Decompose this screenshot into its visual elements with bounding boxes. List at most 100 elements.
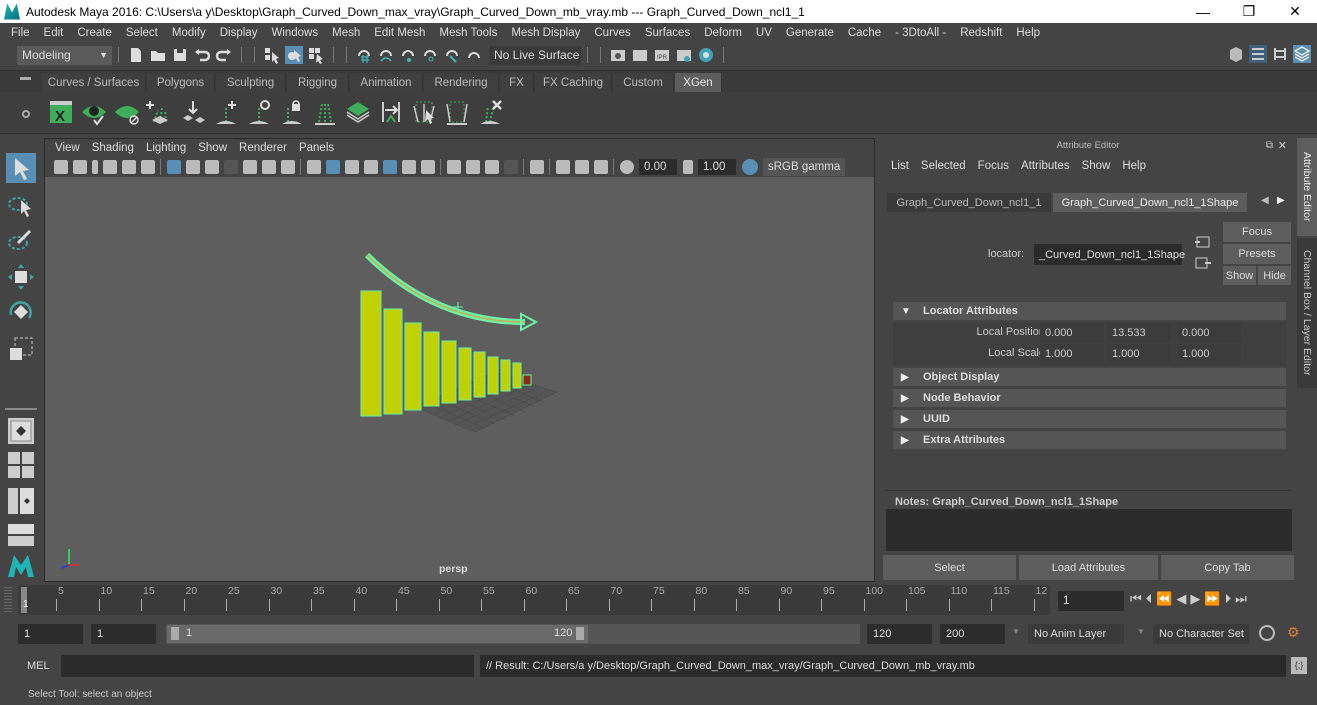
shelf-tab-rendering[interactable]: Rendering — [424, 73, 499, 93]
ae-tab-shape[interactable]: Graph_Curved_Down_ncl1_1Shape — [1053, 193, 1247, 212]
anim-layer-dropdown[interactable]: No Anim Layer — [1028, 624, 1124, 644]
field-chart-icon[interactable] — [242, 159, 257, 174]
snap-to-surface-icon[interactable] — [465, 46, 483, 64]
play-forwards-icon[interactable]: ▶ — [1190, 591, 1200, 607]
patch-icon[interactable] — [344, 98, 372, 126]
minimize-button[interactable]: — — [1180, 0, 1226, 23]
rotate-tool-icon[interactable] — [6, 297, 36, 327]
viewport-canvas[interactable]: persp — [45, 177, 874, 581]
section-node-behavior[interactable]: ▶ Node Behavior — [893, 389, 1286, 407]
xray-active-icon[interactable] — [574, 159, 589, 174]
outliner-persp-layout-icon[interactable] — [6, 486, 36, 516]
menu-create[interactable]: Create — [70, 27, 119, 39]
menu-uv[interactable]: UV — [749, 27, 779, 39]
vp-menu-view[interactable]: View — [49, 142, 86, 154]
menu-cache[interactable]: Cache — [841, 27, 888, 39]
shelf-tab-custom[interactable]: Custom — [613, 73, 674, 93]
exposure-field[interactable]: 0.00 — [639, 158, 677, 175]
hide-button[interactable]: Hide — [1258, 266, 1291, 285]
groom-icon[interactable] — [443, 98, 471, 126]
sculpt-guides-icon[interactable] — [311, 98, 339, 126]
modeling-toolkit-icon[interactable] — [1227, 45, 1245, 63]
time-slider[interactable]: 1 5 10 15 20 25 30 35 40 45 50 55 60 65 70 75 80 85 90 95 1… — [18, 585, 1050, 615]
menu-surfaces[interactable]: Surfaces — [638, 27, 697, 39]
section-object-display[interactable]: ▶ Object Display — [893, 368, 1286, 386]
redo-icon[interactable] — [215, 46, 233, 64]
local-scale-x[interactable]: 1.000 — [1040, 344, 1104, 363]
render-view-icon[interactable] — [609, 46, 627, 64]
textured-icon[interactable] — [382, 159, 397, 174]
menu-generate[interactable]: Generate — [779, 27, 841, 39]
place-guide-icon[interactable] — [179, 98, 207, 126]
local-position-x[interactable]: 0.000 — [1040, 323, 1104, 342]
render-current-frame-icon[interactable] — [631, 46, 649, 64]
ae-menu-focus[interactable]: Focus — [972, 160, 1015, 172]
current-frame-field[interactable]: 1 — [1058, 591, 1124, 611]
animation-preferences-icon[interactable]: ⚙ — [1287, 624, 1300, 641]
image-plane-icon[interactable] — [102, 159, 117, 174]
channel-box-toggle-icon[interactable] — [1293, 45, 1311, 63]
shelf-tab-rigging[interactable]: Rigging — [287, 73, 349, 93]
go-to-start-icon[interactable]: ⏮ — [1130, 591, 1142, 607]
render-settings-icon[interactable] — [675, 46, 693, 64]
motion-blur-icon[interactable] — [465, 159, 480, 174]
bookmark-icon[interactable] — [91, 159, 98, 174]
close-panel-icon[interactable]: ✕ — [1278, 139, 1287, 152]
hypershade-icon[interactable] — [697, 46, 715, 64]
menu-mesh-tools[interactable]: Mesh Tools — [432, 27, 504, 39]
section-locator-attributes[interactable]: ▼ Locator Attributes — [893, 302, 1286, 320]
tool-settings-icon[interactable] — [1271, 45, 1289, 63]
save-scene-icon[interactable] — [171, 46, 189, 64]
focus-button[interactable]: Focus — [1223, 222, 1291, 242]
anim-layer-dropdown-icon[interactable]: ▼ — [1012, 627, 1020, 636]
shelf-settings-icon[interactable] — [22, 110, 30, 118]
snap-to-point-icon[interactable] — [399, 46, 417, 64]
select-guide-icon[interactable] — [245, 98, 273, 126]
ipr-render-icon[interactable]: IPR — [653, 46, 671, 64]
use-all-lights-icon[interactable] — [401, 159, 416, 174]
snap-to-view-plane-icon[interactable] — [421, 46, 439, 64]
menu-curves[interactable]: Curves — [587, 27, 637, 39]
menu-3dtoall[interactable]: - 3DtoAll - — [888, 27, 953, 39]
vp-menu-show[interactable]: Show — [192, 142, 233, 154]
shelf-tab-xgen[interactable]: XGen — [675, 73, 722, 93]
start-time-field[interactable]: 1 — [18, 624, 83, 644]
camera-icon[interactable] — [53, 159, 68, 174]
command-input[interactable] — [61, 655, 474, 677]
four-view-layout-icon[interactable] — [6, 450, 36, 480]
step-back-frame-icon[interactable]: ⏴ — [1146, 591, 1153, 607]
script-editor-icon[interactable]: {;} — [1291, 657, 1307, 674]
ae-menu-attributes[interactable]: Attributes — [1015, 160, 1076, 172]
shelf-tab-fx[interactable]: FX — [500, 73, 534, 93]
attribute-editor-toggle-icon[interactable] — [1249, 45, 1267, 63]
lasso-tool-icon[interactable] — [6, 190, 36, 220]
new-scene-icon[interactable] — [127, 46, 145, 64]
color-management-toggle-icon[interactable] — [741, 158, 758, 175]
mode-dropdown[interactable]: Modeling ▼ — [17, 45, 112, 65]
output-connections-icon[interactable] — [1195, 256, 1211, 270]
local-scale-y[interactable]: 1.000 — [1107, 344, 1171, 363]
safe-action-icon[interactable] — [261, 159, 276, 174]
attach-guide-icon[interactable] — [377, 98, 405, 126]
add-guide-icon[interactable] — [212, 98, 240, 126]
ae-tab-transform[interactable]: Graph_Curved_Down_ncl1_1 — [887, 193, 1051, 212]
notes-textarea[interactable] — [886, 509, 1292, 551]
depth-of-field-icon[interactable] — [503, 159, 518, 174]
delete-guides-icon[interactable] — [476, 98, 504, 126]
close-button[interactable]: ✕ — [1272, 0, 1317, 23]
default-material-icon[interactable] — [344, 159, 359, 174]
live-surface-field[interactable]: No Live Surface — [489, 45, 581, 65]
menu-help[interactable]: Help — [1009, 27, 1047, 39]
playback-start-field[interactable]: 1 — [91, 624, 156, 644]
step-forward-frame-icon[interactable]: ⏵ — [1225, 591, 1232, 607]
select-by-hierarchy-icon[interactable] — [263, 46, 281, 64]
menu-file[interactable]: File — [4, 27, 37, 39]
undo-icon[interactable] — [193, 46, 211, 64]
go-to-end-icon[interactable]: ⏭ — [1235, 591, 1247, 607]
local-position-y[interactable]: 13.533 — [1107, 323, 1171, 342]
local-scale-z[interactable]: 1.000 — [1177, 344, 1241, 363]
film-gate-icon[interactable] — [185, 159, 200, 174]
ae-menu-list[interactable]: List — [885, 160, 915, 172]
load-attributes-button[interactable]: Load Attributes — [1019, 555, 1158, 580]
float-panel-icon[interactable]: ⧉ — [1266, 140, 1273, 151]
